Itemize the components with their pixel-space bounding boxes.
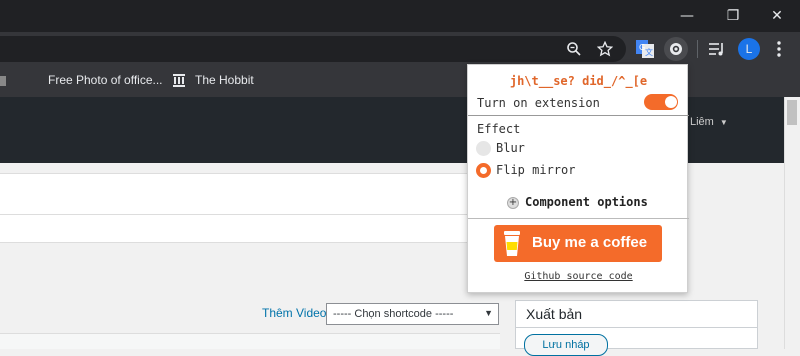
save-draft-button[interactable]: Lưu nháp: [524, 334, 608, 356]
extension-active-icon[interactable]: [664, 37, 688, 61]
permalink-row: [0, 215, 500, 243]
add-video-link[interactable]: Thêm Video: [262, 306, 326, 320]
zoom-icon[interactable]: [565, 40, 583, 58]
close-icon[interactable]: ✕: [754, 0, 800, 32]
turn-on-label: Turn on extension: [477, 96, 600, 110]
coffee-cup-icon: [502, 231, 522, 257]
divider: [468, 218, 689, 219]
divider: [468, 115, 689, 116]
restore-icon[interactable]: ❐: [710, 0, 756, 32]
github-source-link[interactable]: Github source code: [468, 271, 689, 282]
scrollbar-thumb[interactable]: [787, 100, 797, 125]
popup-title: jh\t__se? did_/^_[e: [509, 74, 648, 88]
translate-icon[interactable]: G文: [635, 39, 655, 59]
toggle-knob: [665, 96, 677, 108]
shortcode-select-value: ----- Chọn shortcode -----: [333, 308, 454, 320]
shortcode-select[interactable]: ----- Chọn shortcode ----- ▼: [326, 303, 499, 325]
browser-titlebar: — ❐ ✕: [0, 0, 800, 32]
page-scrollbar[interactable]: [784, 97, 800, 349]
bookmark-partial-icon[interactable]: [0, 76, 6, 86]
buy-me-a-coffee-button[interactable]: Buy me a coffee: [494, 225, 662, 262]
component-options-toggle[interactable]: Component options: [525, 195, 648, 209]
flip-mirror-radio[interactable]: [476, 163, 491, 178]
address-bar[interactable]: [0, 36, 626, 62]
publish-panel: Xuất bản Lưu nháp: [515, 300, 758, 356]
blur-label[interactable]: Blur: [496, 141, 525, 155]
bookmark-item-free-photo[interactable]: Free Photo of office...: [48, 73, 163, 87]
user-menu[interactable]: Liêm ▼: [690, 116, 728, 128]
bookmark-favicon-hobbit-icon: [172, 73, 188, 89]
flip-mirror-label[interactable]: Flip mirror: [496, 163, 575, 177]
title-input[interactable]: [0, 173, 500, 215]
svg-text:文: 文: [645, 47, 653, 57]
editor-toolbar: [0, 333, 500, 349]
bookmark-favicon-photo: [28, 74, 42, 88]
effect-label: Effect: [477, 122, 521, 136]
turn-on-toggle[interactable]: [644, 94, 678, 110]
media-queue-icon[interactable]: [708, 40, 726, 58]
publish-title: Xuất bản: [516, 301, 757, 328]
chevron-down-icon: ▼: [719, 118, 728, 127]
user-menu-label: Liêm: [690, 116, 714, 128]
toolbar-divider: [697, 40, 698, 58]
bookmark-star-icon[interactable]: [596, 40, 614, 58]
extension-popup: jh\t__se? did_/^_[e Turn on extension Ef…: [467, 64, 689, 293]
menu-dots-icon[interactable]: [771, 40, 787, 58]
buy-me-a-coffee-label: Buy me a coffee: [532, 234, 648, 251]
expand-plus-icon[interactable]: +: [507, 197, 519, 209]
blur-radio[interactable]: [476, 141, 491, 156]
profile-avatar[interactable]: L: [738, 38, 760, 60]
bookmark-item-the-hobbit[interactable]: The Hobbit: [195, 73, 254, 87]
dropdown-arrow-icon: ▼: [484, 308, 493, 318]
minimize-icon[interactable]: —: [664, 0, 710, 32]
